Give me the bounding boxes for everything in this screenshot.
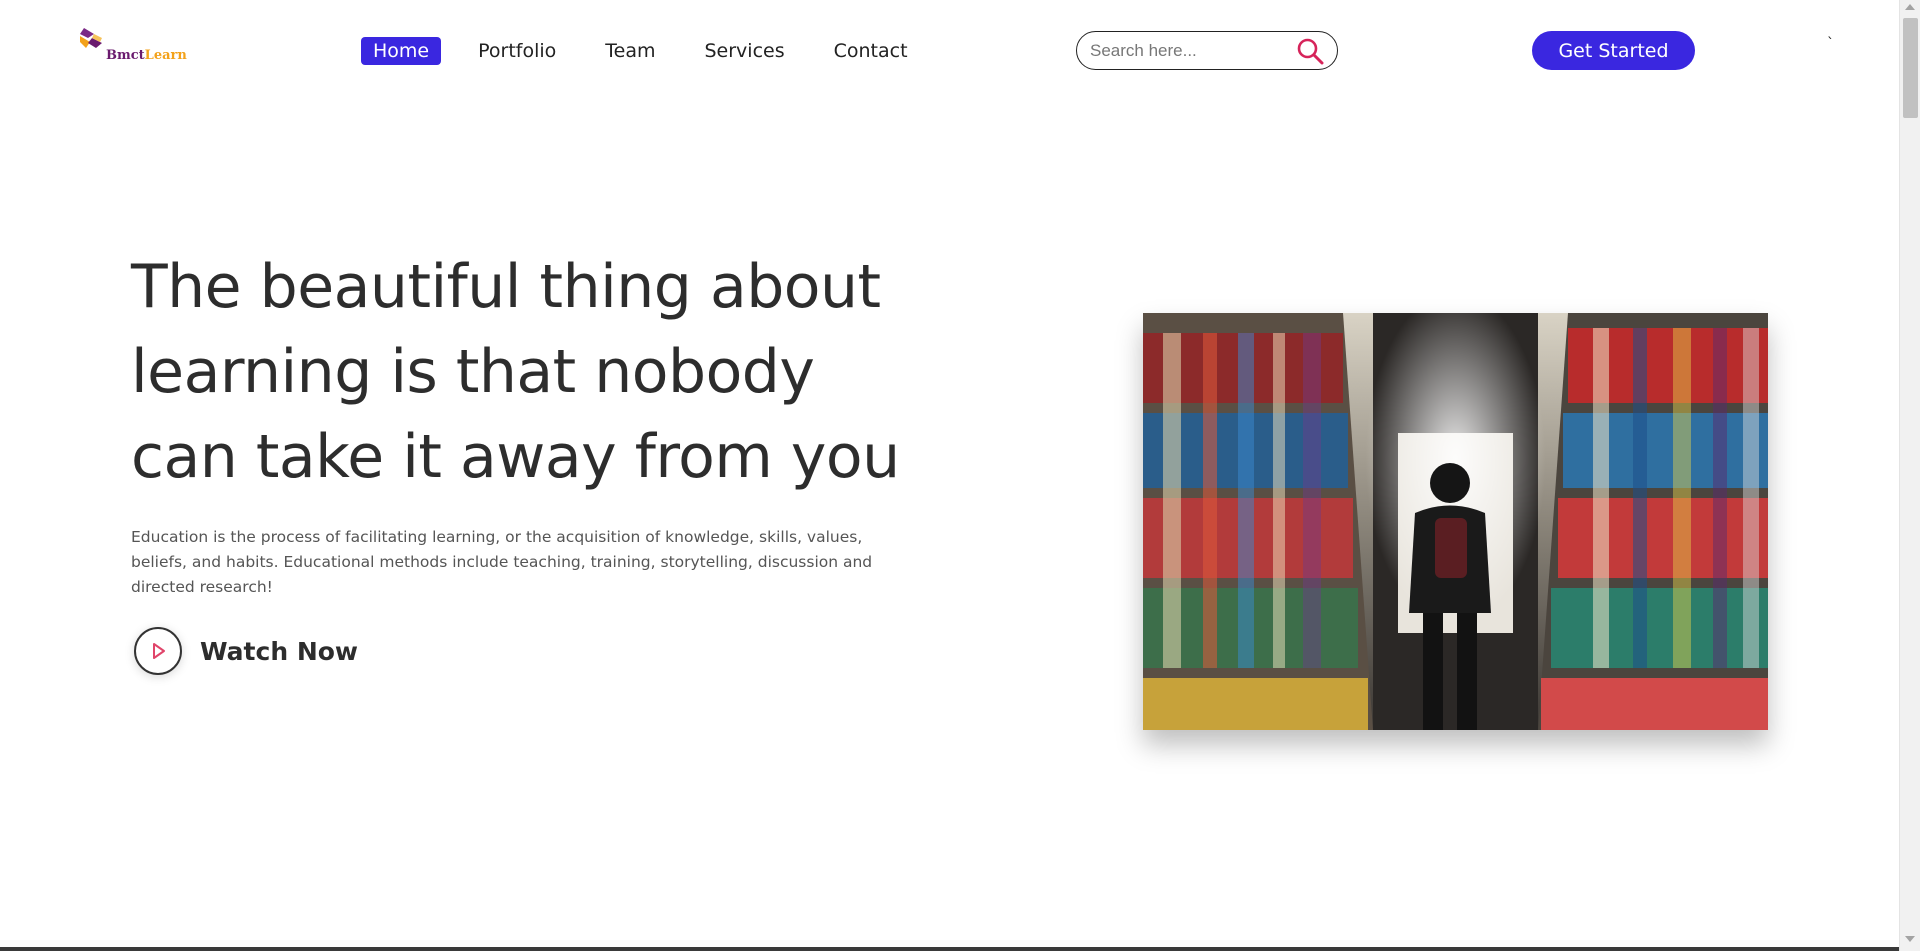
search-input[interactable] — [1090, 40, 1290, 62]
library-aisle-illustration — [1143, 313, 1768, 730]
logo-text-bmct: Bmct — [106, 48, 145, 63]
scroll-down-arrow-icon[interactable] — [1905, 936, 1915, 942]
scroll-up-arrow-icon[interactable] — [1905, 4, 1915, 10]
main-nav: Home Portfolio Team Services Contact — [361, 37, 945, 65]
nav-home[interactable]: Home — [361, 37, 442, 65]
play-icon — [153, 643, 165, 659]
scroll-thumb[interactable] — [1903, 18, 1918, 118]
nav-portfolio[interactable]: Portfolio — [466, 37, 568, 65]
hero-title: The beautiful thing about learning is th… — [131, 252, 900, 492]
logo-text-learn: Learn — [144, 48, 187, 63]
nav-services[interactable]: Services — [693, 37, 797, 65]
logo[interactable]: BmctLearn — [80, 26, 200, 66]
library-hero-image — [1143, 313, 1768, 730]
site-header: BmctLearn Home Portfolio Team Services C… — [0, 0, 1899, 100]
hero-description: Education is the process of facilitating… — [131, 528, 873, 596]
vertical-scrollbar[interactable] — [1899, 0, 1920, 951]
get-started-button[interactable]: Get Started — [1532, 31, 1695, 70]
watch-now-button[interactable]: Watch Now — [134, 627, 358, 675]
search-icon[interactable] — [1296, 37, 1324, 69]
bottom-divider — [0, 947, 1899, 951]
logo-text: BmctLearn — [106, 48, 187, 63]
play-button[interactable] — [134, 627, 182, 675]
search-box — [1076, 31, 1338, 70]
nav-contact[interactable]: Contact — [822, 37, 920, 65]
stray-character: ` — [1827, 36, 1834, 52]
nav-team[interactable]: Team — [593, 37, 667, 65]
watch-now-label: Watch Now — [200, 636, 359, 666]
